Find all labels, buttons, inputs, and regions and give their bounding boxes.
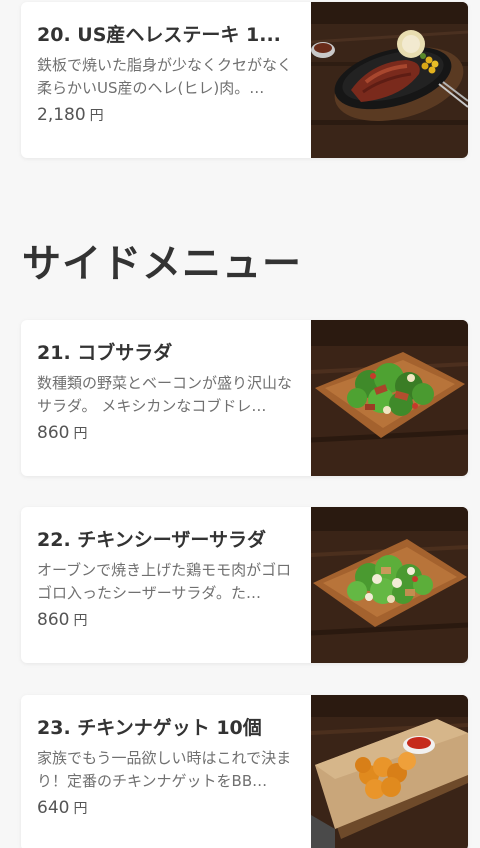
menu-item-description: オーブンで焼き上げた鶏モモ肉がゴロゴロ入ったシーザーサラダ。た… xyxy=(37,561,292,602)
menu-item-body: 21. コブサラダ 数種類の野菜とベーコンが盛り沢山なサラダ。 メキシカンなコブ… xyxy=(21,320,311,476)
menu-item-body: 22. チキンシーザーサラダ オーブンで焼き上げた鶏モモ肉がゴロゴロ入ったシーザ… xyxy=(21,507,311,663)
menu-item-body: 23. チキンナゲット 10個 家族でもう一品欲しい時はこれで決まり！定番のチキ… xyxy=(21,695,311,848)
menu-item-title: 22. チキンシーザーサラダ xyxy=(37,529,266,551)
cobb-salad-photo xyxy=(311,320,468,476)
menu-item-card[interactable]: 22. チキンシーザーサラダ オーブンで焼き上げた鶏モモ肉がゴロゴロ入ったシーザ… xyxy=(21,507,468,663)
menu-item-description: 数種類の野菜とベーコンが盛り沢山なサラダ。 メキシカンなコブドレ… xyxy=(37,374,293,415)
menu-item-card[interactable]: 23. チキンナゲット 10個 家族でもう一品欲しい時はこれで決まり！定番のチキ… xyxy=(21,695,468,848)
menu-item-title: 23. チキンナゲット 10個 xyxy=(37,717,262,739)
menu-item-description: 家族でもう一品欲しい時はこれで決まり！定番のチキンナゲットをBB… xyxy=(37,749,292,790)
menu-item-title: 21. コブサラダ xyxy=(37,342,173,364)
price-value: 2,180 xyxy=(37,105,86,125)
menu-item-body: 20. US産ヘレステーキ 1... 鉄板で焼いた脂身が少なくクセがなく柔らかい… xyxy=(21,2,311,158)
menu-item-price: 860 円 xyxy=(37,608,293,633)
section-title: サイドメニュー xyxy=(22,242,303,287)
menu-item-description: 鉄板で焼いた脂身が少なくクセがなく柔らかいUS産のヘレ(ヒレ)肉。… xyxy=(37,56,293,97)
caesar-salad-photo xyxy=(311,507,468,663)
menu-item-price: 860 円 xyxy=(37,421,293,446)
price-currency: 円 xyxy=(73,426,88,442)
menu-item-price: 640 円 xyxy=(37,796,293,821)
price-value: 640 xyxy=(37,798,70,818)
menu-item-title: 20. US産ヘレステーキ 1... xyxy=(37,24,281,46)
price-value: 860 xyxy=(37,423,70,443)
menu-item-card[interactable]: 21. コブサラダ 数種類の野菜とベーコンが盛り沢山なサラダ。 メキシカンなコブ… xyxy=(21,320,468,476)
price-currency: 円 xyxy=(73,801,88,817)
menu-item-price: 2,180 円 xyxy=(37,103,293,128)
steak-photo xyxy=(311,2,468,158)
price-value: 860 xyxy=(37,610,70,630)
price-currency: 円 xyxy=(73,613,88,629)
menu-item-card[interactable]: 20. US産ヘレステーキ 1... 鉄板で焼いた脂身が少なくクセがなく柔らかい… xyxy=(21,2,468,158)
menu-page: 20. US産ヘレステーキ 1... 鉄板で焼いた脂身が少なくクセがなく柔らかい… xyxy=(0,0,480,848)
price-currency: 円 xyxy=(89,108,104,124)
chicken-nuggets-photo xyxy=(311,695,468,848)
